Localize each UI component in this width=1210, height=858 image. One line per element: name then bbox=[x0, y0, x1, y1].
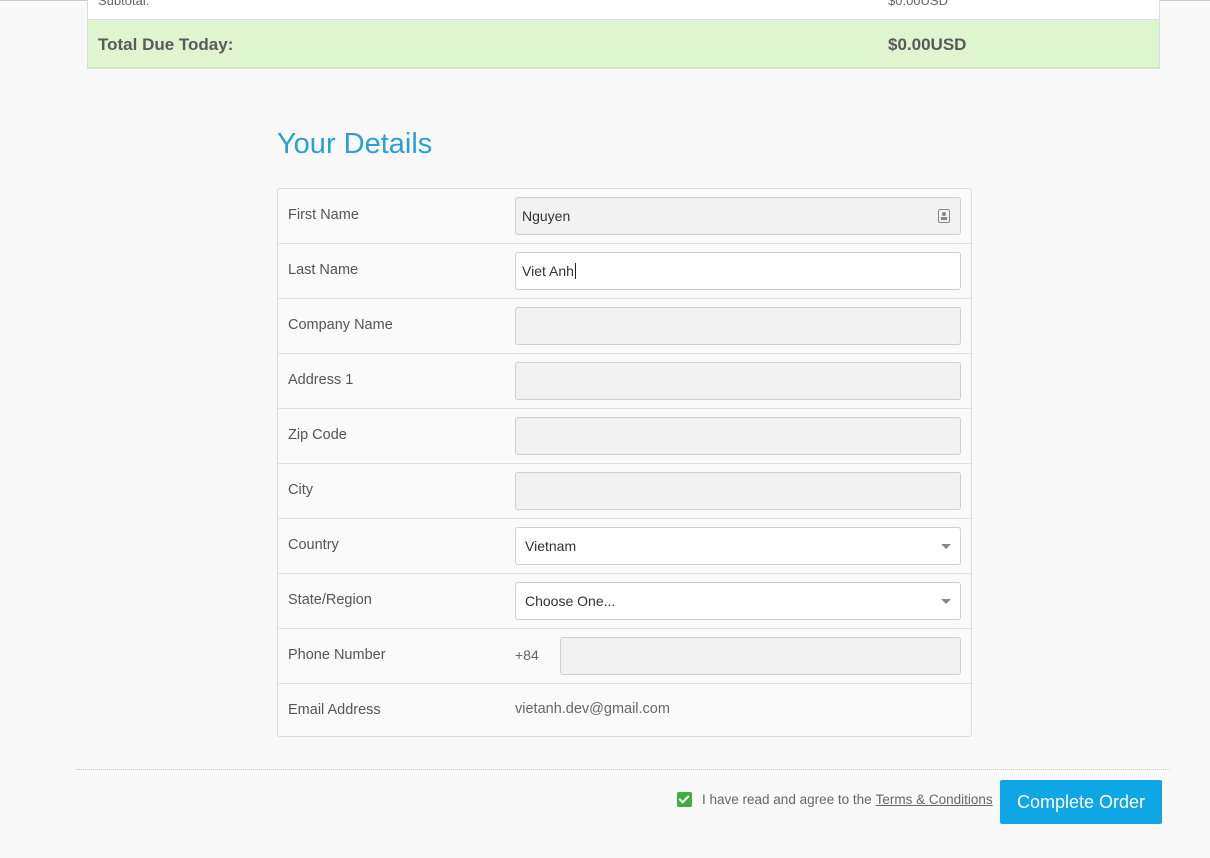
last-name-value: Viet Anh bbox=[522, 263, 574, 279]
text-cursor bbox=[574, 263, 576, 279]
zip-code-row: Zip Code bbox=[278, 409, 971, 464]
email-address-label: Email Address bbox=[288, 702, 381, 718]
country-selected-value: Vietnam bbox=[525, 538, 577, 554]
country-label: Country bbox=[288, 537, 339, 553]
last-name-label: Last Name bbox=[288, 262, 359, 278]
terms-agreement: I have read and agree to the Terms & Con… bbox=[677, 792, 993, 807]
email-address-value: vietanh.dev@gmail.com bbox=[515, 701, 670, 717]
first-name-row: First Name Nguyen bbox=[278, 189, 971, 244]
total-due-row: Total Due Today: $0.00USD bbox=[88, 20, 1159, 68]
subtotal-row: Subtotal: $0.00USD bbox=[88, 0, 1159, 20]
country-select[interactable]: Vietnam bbox=[515, 527, 961, 565]
city-row: City bbox=[278, 464, 971, 519]
last-name-row: Last Name Viet Anh bbox=[278, 244, 971, 299]
contact-card-icon[interactable] bbox=[938, 209, 950, 223]
last-name-input[interactable]: Viet Anh bbox=[515, 252, 961, 290]
city-input[interactable] bbox=[515, 472, 961, 510]
phone-number-label: Phone Number bbox=[288, 647, 386, 663]
total-due-label: Total Due Today: bbox=[98, 35, 234, 54]
state-region-row: State/Region Choose One... bbox=[278, 574, 971, 629]
company-name-row: Company Name bbox=[278, 299, 971, 354]
your-details-title: Your Details bbox=[277, 128, 433, 160]
subtotal-label: Subtotal: bbox=[98, 0, 150, 8]
first-name-value: Nguyen bbox=[522, 208, 571, 224]
company-name-input[interactable] bbox=[515, 307, 961, 345]
state-region-select[interactable]: Choose One... bbox=[515, 582, 961, 620]
total-due-value: $0.00USD bbox=[888, 35, 967, 54]
address1-label: Address 1 bbox=[288, 372, 354, 388]
terms-conditions-link[interactable]: Terms & Conditions bbox=[876, 792, 993, 807]
city-label: City bbox=[288, 482, 313, 498]
agree-checkbox[interactable] bbox=[677, 792, 692, 807]
zip-code-input[interactable] bbox=[515, 417, 961, 455]
state-region-selected-value: Choose One... bbox=[525, 593, 616, 609]
address1-row: Address 1 bbox=[278, 354, 971, 409]
section-divider bbox=[76, 769, 1170, 770]
phone-number-input[interactable] bbox=[560, 637, 961, 675]
chevron-down-icon bbox=[941, 599, 951, 604]
subtotal-value: $0.00USD bbox=[888, 0, 948, 8]
zip-code-label: Zip Code bbox=[288, 427, 347, 443]
first-name-label: First Name bbox=[288, 207, 359, 223]
agree-text: I have read and agree to the bbox=[702, 792, 872, 807]
company-name-label: Company Name bbox=[288, 317, 393, 333]
chevron-down-icon bbox=[941, 544, 951, 549]
email-address-row: Email Address vietanh.dev@gmail.com bbox=[278, 684, 971, 736]
complete-order-button[interactable]: Complete Order bbox=[1000, 780, 1162, 824]
state-region-label: State/Region bbox=[288, 592, 372, 608]
phone-number-row: Phone Number +84 bbox=[278, 629, 971, 684]
phone-country-code[interactable]: +84 bbox=[515, 647, 539, 663]
first-name-input[interactable]: Nguyen bbox=[515, 197, 961, 235]
details-form: First Name Nguyen Last Name Viet Anh Com… bbox=[277, 188, 972, 737]
order-summary: Subtotal: $0.00USD Total Due Today: $0.0… bbox=[87, 0, 1160, 69]
country-row: Country Vietnam bbox=[278, 519, 971, 574]
address1-input[interactable] bbox=[515, 362, 961, 400]
